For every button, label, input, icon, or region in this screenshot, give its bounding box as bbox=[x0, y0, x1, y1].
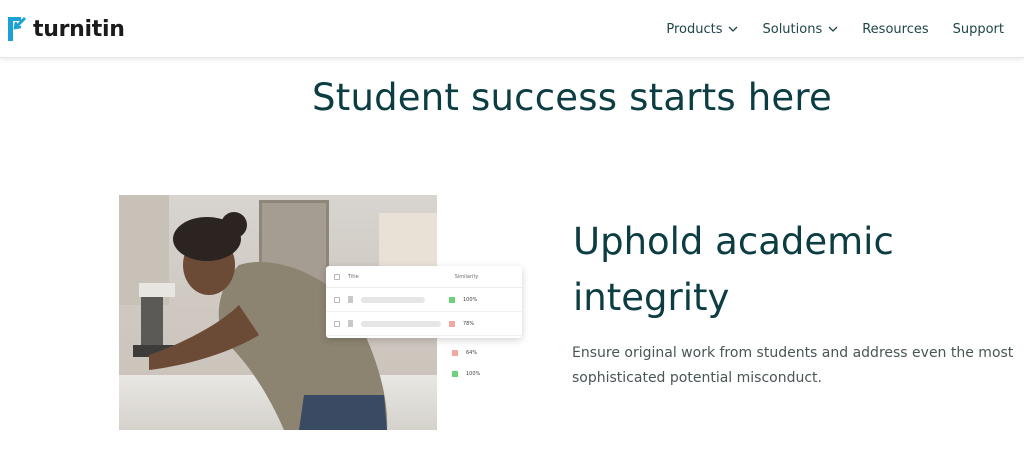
document-icon bbox=[348, 320, 353, 327]
main-nav: Products Solutions Resources Support bbox=[642, 0, 1004, 58]
row-checkbox[interactable] bbox=[334, 320, 340, 327]
col-similarity: Similarity bbox=[454, 273, 479, 280]
select-all-checkbox[interactable] bbox=[334, 273, 340, 280]
turnitin-logo-icon bbox=[8, 16, 27, 41]
nav-support[interactable]: Support bbox=[953, 22, 1004, 37]
turnitin-logo[interactable]: turnitin bbox=[5, 13, 125, 45]
brand-name: turnitin bbox=[33, 16, 125, 42]
chevron-down-icon bbox=[828, 26, 838, 32]
similarity-color-box bbox=[452, 350, 458, 356]
floating-similarity-row: 64% bbox=[452, 350, 477, 356]
similarity-value: 64% bbox=[466, 350, 478, 356]
nav-solutions-label: Solutions bbox=[762, 21, 823, 37]
list-item[interactable]: 100% bbox=[326, 288, 522, 312]
similarity-value: 78% bbox=[463, 320, 475, 327]
similarity-value: 100% bbox=[466, 371, 481, 377]
card-header: Title Similarity bbox=[326, 266, 522, 288]
nav-support-label: Support bbox=[952, 21, 1004, 37]
floating-similarity-row: 100% bbox=[452, 371, 480, 377]
similarity-color-box bbox=[449, 296, 455, 303]
similarity-report-card: Title Similarity 100% 78% bbox=[326, 266, 522, 338]
chevron-down-icon bbox=[729, 26, 738, 32]
page-title: Student success starts here bbox=[312, 76, 832, 119]
nav-resources[interactable]: Resources bbox=[862, 22, 928, 37]
row-checkbox[interactable] bbox=[334, 296, 340, 303]
similarity-value: 100% bbox=[463, 296, 478, 303]
nav-products-label: Products bbox=[666, 21, 723, 37]
site-header: turnitin Products Solutions Resources Su… bbox=[0, 0, 1024, 58]
title-placeholder bbox=[361, 320, 441, 327]
feature-heading: Uphold academic integrity bbox=[573, 220, 894, 319]
nav-resources-label: Resources bbox=[862, 21, 929, 37]
document-icon bbox=[348, 296, 353, 303]
nav-solutions[interactable]: Solutions bbox=[762, 22, 838, 37]
feature-description: Ensure original work from students and a… bbox=[572, 345, 1014, 386]
similarity-color-box bbox=[449, 320, 455, 327]
title-placeholder bbox=[361, 296, 425, 303]
similarity-color-box bbox=[452, 371, 458, 377]
list-item[interactable]: 78% bbox=[326, 312, 522, 336]
nav-products[interactable]: Products bbox=[666, 22, 738, 37]
col-title: Title bbox=[348, 273, 359, 280]
